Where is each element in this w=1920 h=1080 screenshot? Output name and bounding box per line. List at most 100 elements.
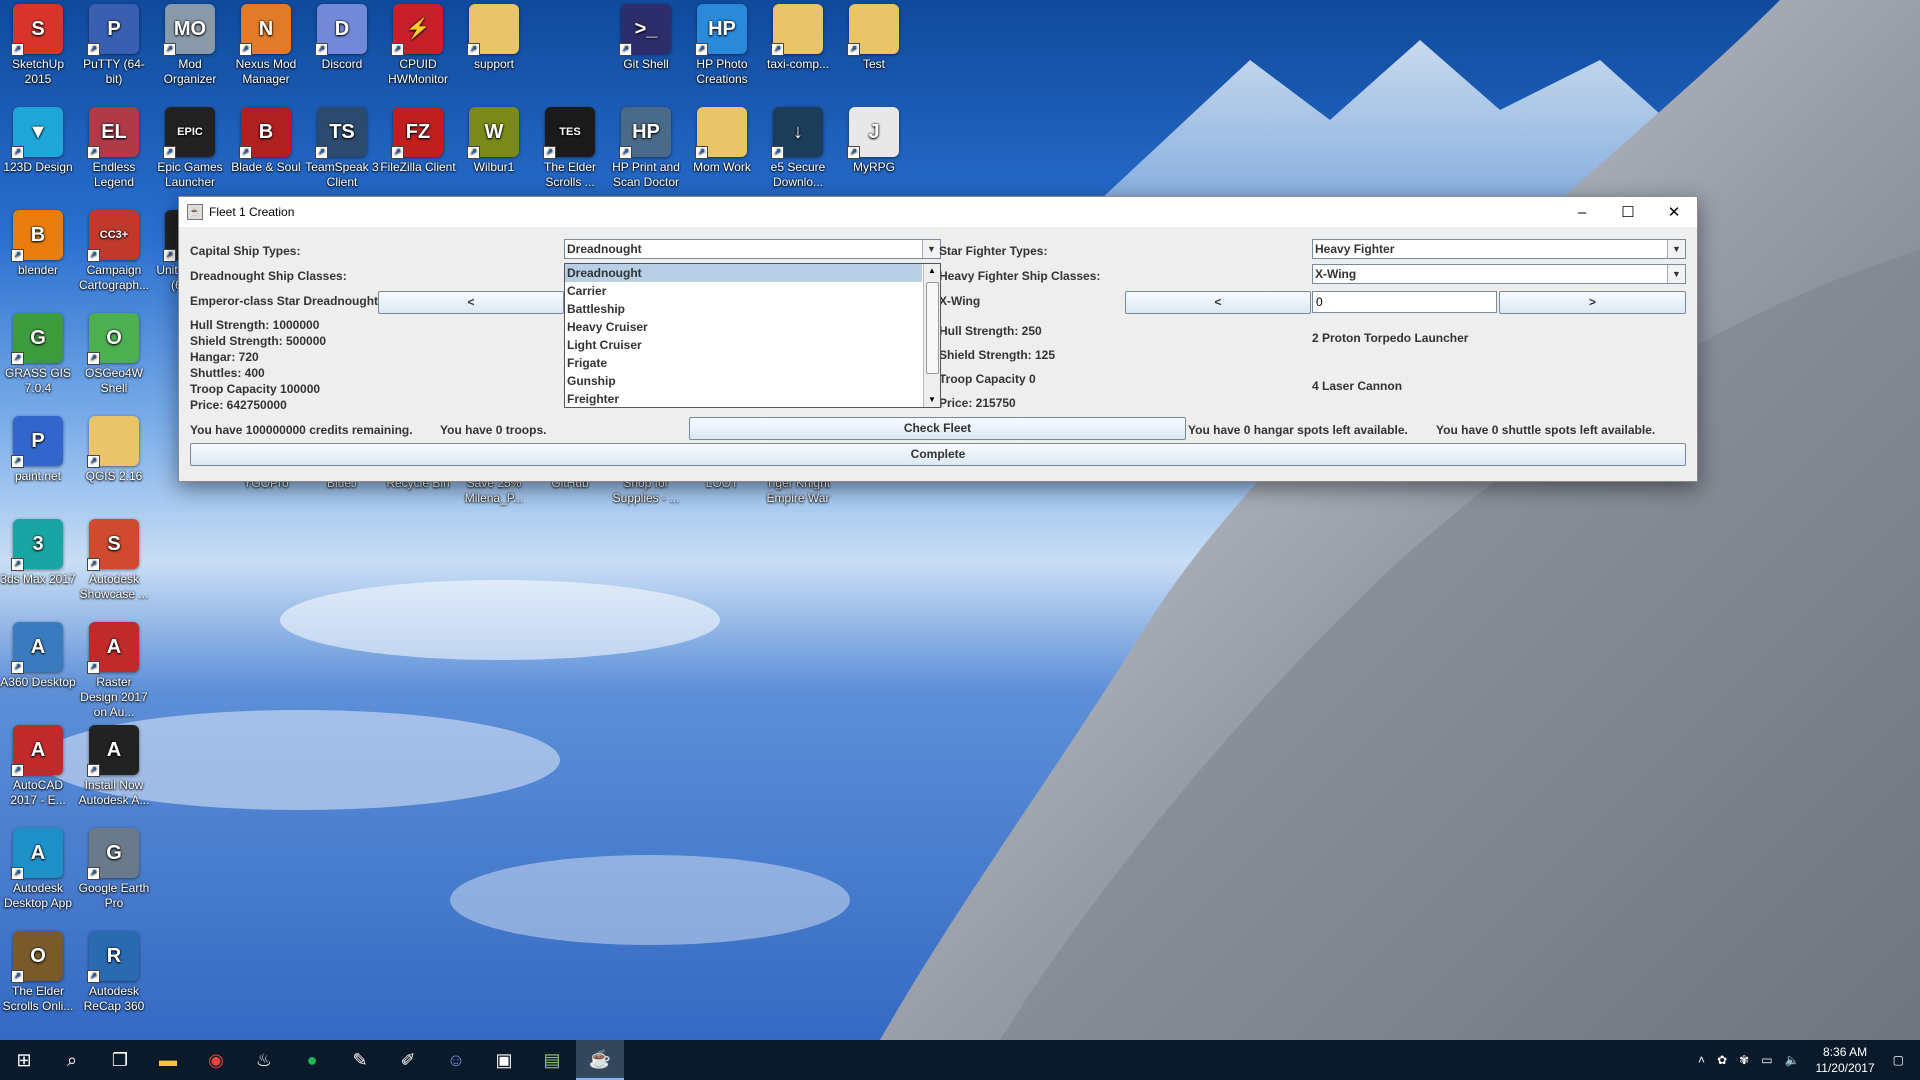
desktop-icon[interactable]: S ↗ Autodesk Showcase ... (76, 515, 152, 602)
chevron-down-icon[interactable]: ▼ (922, 240, 940, 258)
desktop-icon[interactable]: ↗ Mom Work (684, 103, 760, 175)
desktop-icon[interactable]: FZ ↗ FileZilla Client (380, 103, 456, 175)
notifications-icon[interactable]: ▢ (1893, 1053, 1904, 1067)
check-fleet-button[interactable]: Check Fleet (689, 417, 1186, 440)
pen-icon[interactable]: ✎ (336, 1040, 384, 1080)
complete-button[interactable]: Complete (190, 443, 1686, 466)
heavy-fighter-classes-select[interactable]: X-Wing ▼ (1312, 264, 1686, 284)
desktop-icon[interactable]: HP ↗ HP Print and Scan Doctor (608, 103, 684, 190)
dropdown-option[interactable]: Dreadnought (565, 264, 922, 282)
chevron-up-icon[interactable]: ˄ (1698, 1053, 1705, 1067)
capital-ship-types-dropdown[interactable]: Dreadnought Carrier Battleship Heavy Cru… (564, 263, 941, 408)
desktop-icon[interactable]: ↗ taxi-comp... (760, 0, 836, 72)
desktop-icon[interactable]: B ↗ blender (0, 206, 76, 278)
desktop-icon[interactable]: TES ↗ The Elder Scrolls ... (532, 103, 608, 190)
chevron-down-icon[interactable]: ▼ (924, 393, 940, 407)
desktop-icon[interactable]: O ↗ The Elder Scrolls Onli... (0, 927, 76, 1014)
desktop-icon[interactable]: R ↗ Autodesk ReCap 360 (76, 927, 152, 1014)
file-explorer-icon[interactable]: ▬ (144, 1040, 192, 1080)
desktop-icon[interactable]: D ↗ Discord (304, 0, 380, 72)
fighter-count-input[interactable]: 0 (1312, 291, 1497, 313)
spotify-icon[interactable]: ● (288, 1040, 336, 1080)
desktop-icon[interactable]: TS ↗ TeamSpeak 3 Client (304, 103, 380, 190)
dropdown-option[interactable]: Gunship (565, 372, 922, 390)
photos-icon[interactable]: ▣ (480, 1040, 528, 1080)
desktop-icon[interactable]: A ↗ AutoCAD 2017 - E... (0, 721, 76, 808)
dropdown-option[interactable]: Light Cruiser (565, 336, 922, 354)
desktop-icon[interactable]: W ↗ Wilbur1 (456, 103, 532, 175)
dropdown-scrollbar[interactable]: ▲ ▼ (923, 264, 940, 407)
desktop-icon[interactable]: >_ ↗ Git Shell (608, 0, 684, 72)
desktop-icon[interactable]: ↗ Test (836, 0, 912, 72)
scrollbar-thumb[interactable] (926, 282, 939, 374)
fighter-shield-strength: Shield Strength: 125 (939, 348, 1056, 362)
network-icon[interactable]: ✿ (1717, 1053, 1727, 1067)
desktop-icon[interactable]: B ↗ Blade & Soul (228, 103, 304, 175)
app-icon: ↗ (87, 416, 139, 468)
desktop-icon[interactable]: N ↗ Nexus Mod Manager (228, 0, 304, 87)
desktop-icon-label: e5 Secure Downlo... (770, 160, 826, 189)
desktop-icon[interactable]: ↗ QGIS 2.16 (76, 412, 152, 484)
desktop-icon[interactable]: ↓ ↗ e5 Secure Downlo... (760, 103, 836, 190)
desktop-icon[interactable]: MO ↗ Mod Organizer (152, 0, 228, 87)
desktop-icon[interactable]: CC3+ ↗ Campaign Cartograph... (76, 206, 152, 293)
title-bar[interactable]: ☕ Fleet 1 Creation – ☐ ✕ (179, 197, 1697, 227)
dropdown-option[interactable]: Battleship (565, 300, 922, 318)
wacom-icon[interactable]: ✐ (384, 1040, 432, 1080)
desktop-icon[interactable]: HP ↗ HP Photo Creations (684, 0, 760, 87)
fighter-next-button[interactable]: > (1499, 291, 1686, 314)
volume-icon[interactable]: 🔈 (1785, 1053, 1800, 1067)
dropbox-icon[interactable]: ✾ (1739, 1053, 1749, 1067)
chevron-down-icon[interactable]: ▼ (1667, 265, 1685, 283)
chrome-icon[interactable]: ◉ (192, 1040, 240, 1080)
desktop-icon[interactable]: J ↗ MyRPG (836, 103, 912, 175)
app-icon: P ↗ (11, 416, 63, 468)
desktop-icon[interactable]: O ↗ OSGeo4W Shell (76, 309, 152, 396)
star-fighter-types-select[interactable]: Heavy Fighter ▼ (1312, 239, 1686, 259)
dropdown-option[interactable]: Frigate (565, 354, 922, 372)
chevron-down-icon[interactable]: ▼ (1667, 240, 1685, 258)
shortcut-arrow-icon: ↗ (543, 146, 556, 159)
shortcut-arrow-icon: ↗ (847, 146, 860, 159)
desktop-icon[interactable]: ▼ ↗ 123D Design (0, 103, 76, 175)
task-view-icon[interactable]: ❐ (96, 1040, 144, 1080)
desktop-icon[interactable]: EL ↗ Endless Legend (76, 103, 152, 190)
dropdown-option[interactable]: Heavy Cruiser (565, 318, 922, 336)
desktop-icon-label: HP Print and Scan Doctor (612, 160, 680, 189)
start-windows-icon[interactable]: ⊞ (0, 1040, 48, 1080)
desktop-icon[interactable]: ↗ support (456, 0, 532, 72)
desktop-icon[interactable]: G ↗ Google Earth Pro (76, 824, 152, 911)
dropdown-option[interactable]: Freighter (565, 390, 922, 408)
desktop-icon[interactable]: 3 ↗ 3ds Max 2017 (0, 515, 76, 587)
desktop-icon[interactable]: A ↗ A360 Desktop (0, 618, 76, 690)
desktop-icon[interactable]: A ↗ Autodesk Desktop App (0, 824, 76, 911)
app-icon: S ↗ (11, 4, 63, 56)
maximize-button[interactable]: ☐ (1605, 197, 1651, 227)
monitor-icon[interactable]: ▭ (1761, 1053, 1772, 1067)
desktop-icon-label: Mom Work (693, 160, 751, 174)
desktop-icon[interactable]: A ↗ Raster Design 2017 on Au... (76, 618, 152, 720)
close-button[interactable]: ✕ (1651, 197, 1697, 227)
notepad-icon[interactable]: ▤ (528, 1040, 576, 1080)
java-app-taskbar-icon[interactable]: ☕ (576, 1040, 624, 1080)
discord-icon[interactable]: ☺ (432, 1040, 480, 1080)
capital-prev-button[interactable]: < (378, 291, 564, 314)
capital-ship-types-select[interactable]: Dreadnought ▼ (564, 239, 941, 259)
search-icon[interactable]: ⌕ (48, 1040, 96, 1080)
desktop-icon[interactable]: A ↗ Install Now Autodesk A... (76, 721, 152, 808)
desktop-icon[interactable]: P ↗ paint.net (0, 412, 76, 484)
desktop-icon[interactable]: G ↗ GRASS GIS 7.0.4 (0, 309, 76, 396)
steam-icon[interactable]: ♨ (240, 1040, 288, 1080)
desktop-icon[interactable]: S ↗ SketchUp 2015 (0, 0, 76, 87)
desktop-icon[interactable]: P ↗ PuTTY (64-bit) (76, 0, 152, 87)
minimize-button[interactable]: – (1559, 197, 1605, 227)
fighter-prev-button[interactable]: < (1125, 291, 1311, 314)
clock[interactable]: 8:36 AM 11/20/2017 (1815, 1044, 1874, 1076)
desktop-icon[interactable]: EPIC ↗ Epic Games Launcher (152, 103, 228, 190)
chevron-up-icon[interactable]: ▲ (924, 264, 940, 278)
desktop-icon[interactable]: ⚡ ↗ CPUID HWMonitor (380, 0, 456, 87)
fighter-stats: Hull Strength: 250 Shield Strength: 125 … (939, 319, 1055, 415)
dropdown-option[interactable]: Carrier (565, 282, 922, 300)
shortcut-arrow-icon: ↗ (87, 970, 100, 983)
app-icon: O ↗ (87, 313, 139, 365)
